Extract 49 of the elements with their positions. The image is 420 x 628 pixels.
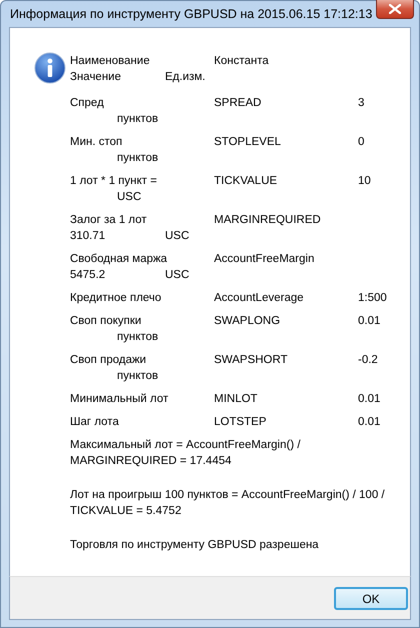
field-name: Своп продажи: [70, 353, 148, 368]
field-value: 310.71: [70, 229, 106, 244]
constant-name: AccountLeverage: [214, 291, 305, 306]
field-name: Шаг лота: [70, 415, 120, 430]
field-value: 3: [358, 96, 366, 111]
field-name: Спред: [70, 96, 105, 111]
unit-label: пунктов: [117, 369, 160, 384]
unit-label: Ед.изм.: [165, 70, 206, 85]
field-name: Залог за 1 лот: [70, 213, 148, 228]
constant-name: SWAPLONG: [214, 314, 282, 329]
constant-name: STOPLEVEL: [214, 135, 282, 150]
constant-name: SPREAD: [214, 96, 262, 111]
unit-label: USC: [165, 229, 190, 244]
constant-name: SWAPSHORT: [214, 353, 288, 368]
constant-name: TICKVALUE: [214, 174, 278, 189]
unit-label: USC: [165, 268, 190, 283]
field-name: Своп покупки: [70, 314, 142, 329]
field-name: Мин. стоп: [70, 135, 124, 150]
constant-name: MARGINREQUIRED: [214, 213, 322, 228]
field-value: 0.01: [358, 415, 382, 430]
close-button[interactable]: [376, 0, 414, 19]
field-value: 0.01: [358, 392, 382, 407]
field-value: 5475.2: [70, 268, 106, 283]
constant-name: Константа: [214, 54, 270, 69]
field-name: Свободная маржа: [70, 252, 168, 267]
field-name: Кредитное плечо: [70, 291, 162, 306]
field-value: 1:500: [358, 291, 388, 306]
close-icon: [389, 4, 401, 14]
field-value: Значение: [70, 70, 122, 85]
field-name: Минимальный лот: [70, 392, 170, 407]
field-value: 10: [358, 174, 372, 189]
message-text: Торговля по инструменту GBPUSD разрешена: [70, 538, 320, 553]
unit-label: USC: [117, 190, 142, 205]
message-text: Лот на проигрыш 100 пунктов = AccountFreeMargin() / 100 / TICKVALUE = 5.4752: [70, 488, 386, 519]
constant-name: LOTSTEP: [214, 415, 268, 430]
info-icon: [34, 52, 66, 84]
field-value: -0.2: [358, 353, 379, 368]
unit-label: пунктов: [117, 330, 160, 345]
field-value: 0: [358, 135, 366, 150]
constant-name: MINLOT: [214, 392, 258, 407]
constant-name: AccountFreeMargin: [214, 252, 316, 267]
unit-label: пунктов: [117, 151, 160, 166]
window-title: Информация по инструменту GBPUSD на 2015.06.15 17:12:13: [10, 7, 372, 21]
field-value: 0.01: [358, 314, 382, 329]
field-name: 1 лот * 1 пункт =: [70, 174, 158, 189]
ok-button[interactable]: OK: [334, 587, 408, 610]
field-name: Наименование: [70, 54, 151, 69]
message-text: Максимальный лот = AccountFreeMargin() / MARGINREQUIRED = 17.4454: [70, 438, 302, 469]
unit-label: пунктов: [117, 112, 160, 127]
